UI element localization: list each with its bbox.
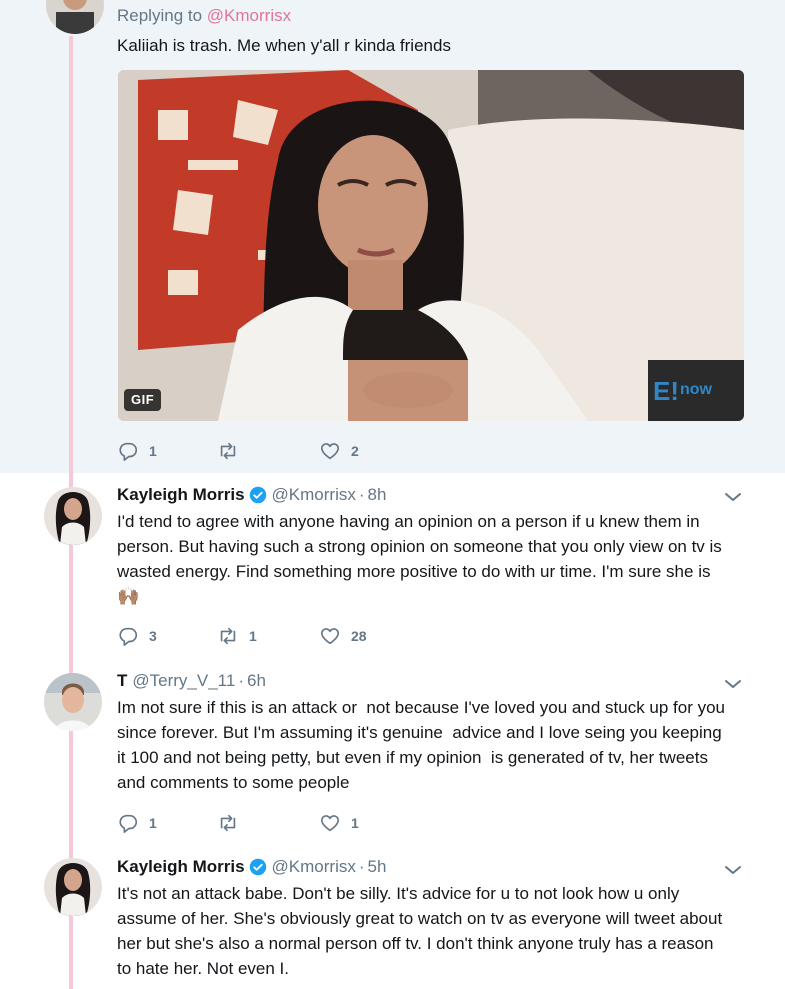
- reply-icon: [119, 814, 138, 833]
- like-count: 2: [351, 443, 359, 459]
- chevron-down-icon[interactable]: [724, 491, 742, 503]
- chevron-down-icon[interactable]: [724, 678, 742, 690]
- tweet-text: I'd tend to agree with anyone having an …: [117, 509, 757, 609]
- tweet-text: Im not sure if this is an attack or not …: [117, 695, 757, 795]
- timestamp[interactable]: 6h: [247, 671, 266, 691]
- timestamp[interactable]: 5h: [368, 857, 387, 877]
- reply-count: 3: [149, 628, 157, 644]
- action-bar: 1 2: [117, 439, 417, 463]
- tweet-text-line: I'd tend to agree with anyone having an …: [117, 512, 700, 531]
- tweet-text-line: person. But having such a strong opinion…: [117, 537, 722, 556]
- heart-icon: [320, 815, 340, 832]
- username[interactable]: @Terry_V_11: [132, 671, 235, 691]
- reply-count: 1: [149, 815, 157, 831]
- timestamp[interactable]: 8h: [368, 485, 387, 505]
- verified-badge-icon: [249, 486, 266, 504]
- reply-button[interactable]: 3: [117, 624, 157, 648]
- tweet-text: It's not an attack babe. Don't be silly.…: [117, 881, 757, 981]
- tweet-text-line: assume of her. She's obviously great to …: [117, 909, 723, 928]
- username[interactable]: @Kmorrisx: [272, 857, 356, 877]
- gif-image: E! now: [118, 70, 744, 421]
- username[interactable]: @Kmorrisx: [272, 485, 356, 505]
- gif-badge: GIF: [124, 389, 162, 411]
- tweet-header: Kayleigh Morris @Kmorrisx · 8h: [117, 484, 386, 506]
- watermark-now: now: [680, 381, 713, 398]
- tweet-header: T @Terry_V_11 · 6h: [117, 670, 266, 692]
- retweet-icon: [220, 814, 236, 832]
- heart-icon: [320, 628, 340, 645]
- retweet-button[interactable]: [217, 811, 249, 835]
- watermark-text: E!: [653, 376, 679, 406]
- action-bar: 3 1 28: [117, 624, 417, 648]
- separator-dot: ·: [358, 485, 365, 504]
- like-button[interactable]: 2: [319, 439, 359, 463]
- tweet-text-line: and comments to some people: [117, 773, 350, 792]
- replying-to-label: Replying to: [117, 6, 207, 25]
- tweet-text-line: to hate her. Not even I.: [117, 959, 290, 978]
- display-name[interactable]: Kayleigh Morris: [117, 857, 245, 877]
- reply-button[interactable]: 1: [117, 439, 157, 463]
- retweet-count: 1: [249, 628, 257, 644]
- chevron-down-icon[interactable]: [724, 864, 742, 876]
- tweet-text-line: wasted energy. Find something more posit…: [117, 562, 711, 581]
- raised-hands-emoji: 🙌🏽: [117, 586, 140, 606]
- reply-icon: [119, 627, 138, 646]
- separator-dot: ·: [238, 671, 244, 690]
- verified-badge-icon: [249, 858, 266, 876]
- avatar[interactable]: [44, 487, 102, 545]
- retweet-button[interactable]: 1: [217, 624, 257, 648]
- like-count: 1: [351, 815, 359, 831]
- retweet-icon: [220, 442, 236, 460]
- tweet-text: Kaliiah is trash. Me when y'all r kinda …: [117, 33, 757, 58]
- display-name[interactable]: Kayleigh Morris: [117, 485, 245, 505]
- tweet-text-line: her but she's also a normal person off t…: [117, 934, 714, 953]
- avatar[interactable]: [44, 673, 102, 731]
- like-button[interactable]: 1: [319, 811, 359, 835]
- tweet-text-line: Im not sure if this is an attack or not …: [117, 698, 726, 717]
- reply-count: 1: [149, 443, 157, 459]
- avatar[interactable]: [44, 858, 102, 916]
- separator-dot: ·: [358, 857, 365, 876]
- like-button[interactable]: 28: [319, 624, 367, 648]
- heart-icon: [320, 443, 340, 460]
- action-bar: 1 1: [117, 811, 417, 835]
- tweet-text-line: Kaliiah is trash. Me when y'all r kinda …: [117, 36, 451, 55]
- display-name[interactable]: T: [117, 671, 127, 691]
- tweet-header: Kayleigh Morris @Kmorrisx · 5h: [117, 856, 386, 878]
- tweet-text-line: since forever. But I'm assuming it's gen…: [117, 723, 722, 742]
- reply-icon: [119, 442, 138, 461]
- replying-to: Replying to @Kmorrisx: [117, 6, 291, 26]
- tweet-text-line: It's not an attack babe. Don't be silly.…: [117, 884, 680, 903]
- retweet-button[interactable]: [217, 439, 249, 463]
- tweet-text-line: it 100 and not being petty, but even if …: [117, 748, 708, 767]
- reply-button[interactable]: 1: [117, 811, 157, 835]
- gif-media[interactable]: E! now: [118, 70, 744, 421]
- retweet-icon: [220, 627, 236, 645]
- replying-to-handle-link[interactable]: @Kmorrisx: [207, 6, 291, 25]
- like-count: 28: [351, 628, 367, 644]
